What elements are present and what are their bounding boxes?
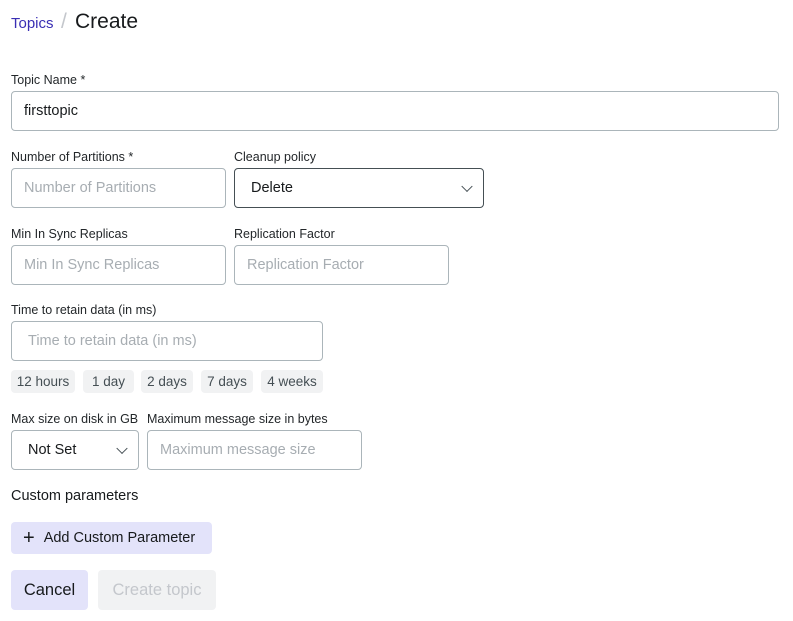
retention-input[interactable] [11,321,323,361]
chevron-down-icon [116,442,128,455]
replication-factor-label: Replication Factor [234,227,335,241]
retention-preset-7-days[interactable]: 7 days [201,370,253,393]
topic-name-input[interactable] [11,91,779,131]
add-custom-parameter-button[interactable]: + Add Custom Parameter [11,522,212,554]
retention-label: Time to retain data (in ms) [11,303,157,317]
breadcrumb-topics-link[interactable]: Topics [11,15,54,32]
topic-name-label: Topic Name * [11,73,86,87]
replication-factor-input[interactable] [234,245,449,285]
min-isr-label: Min In Sync Replicas [11,227,128,241]
cleanup-policy-select[interactable]: Delete [234,168,484,208]
retention-preset-2-days[interactable]: 2 days [141,370,193,393]
add-custom-parameter-label: Add Custom Parameter [43,530,196,546]
page-title: Create [75,10,139,33]
partitions-input[interactable] [11,168,226,208]
max-disk-select[interactable]: Not Set [11,430,139,470]
max-message-label: Maximum message size in bytes [147,412,328,426]
retention-preset-4-weeks[interactable]: 4 weeks [261,370,323,393]
create-topic-button[interactable]: Create topic [98,570,216,610]
max-message-input[interactable] [147,430,362,470]
retention-preset-12-hours[interactable]: 12 hours [11,370,75,393]
plus-icon: + [23,527,35,549]
breadcrumb-separator: / [61,10,67,33]
partitions-label: Number of Partitions * [11,150,134,164]
max-disk-label: Max size on disk in GB [11,412,139,426]
cleanup-policy-value: Delete [251,180,293,196]
cancel-button[interactable]: Cancel [11,570,88,610]
retention-preset-1-day[interactable]: 1 day [83,370,134,393]
min-isr-input[interactable] [11,245,226,285]
max-disk-value: Not Set [28,442,77,458]
custom-parameters-heading: Custom parameters [11,488,139,504]
cleanup-policy-label: Cleanup policy [234,150,316,164]
chevron-down-icon [461,180,473,193]
